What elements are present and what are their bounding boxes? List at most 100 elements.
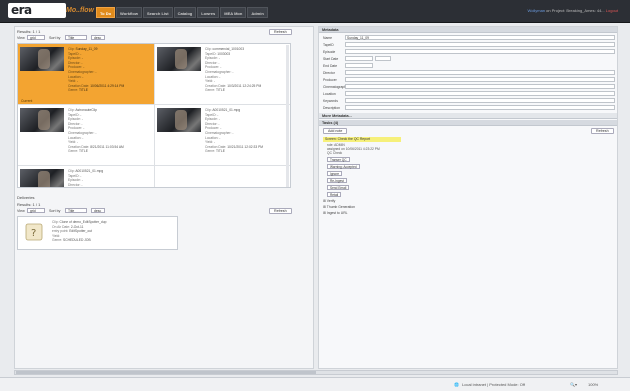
user-info: Wollyman on Project: Breaking_Ames: 44..…	[528, 8, 618, 13]
clip-thumbnail[interactable]	[20, 108, 64, 132]
tree-item-verify[interactable]: ⊞ Verify	[323, 199, 335, 203]
sort-select[interactable]: Title	[65, 35, 87, 40]
zoom-icon[interactable]: 🔍▾	[570, 382, 577, 387]
clip-status: Current	[21, 99, 33, 103]
results-scrollbar[interactable]	[286, 45, 289, 187]
clip-name: A0010521_01.mpg	[212, 108, 241, 112]
delivery-meta: Clip: Clone of demo_EditSpotter_dup On A…	[52, 220, 107, 243]
logout-link[interactable]: Logout	[606, 8, 618, 13]
results-count: Results: 1 / 1	[17, 29, 41, 34]
delivery-clip: Clone of demo_EditSpotter_dup	[59, 220, 107, 224]
horizontal-scrollbar[interactable]	[14, 370, 618, 375]
cinematographer-input[interactable]	[345, 84, 615, 89]
result-card[interactable]: Clip: A0010521_01.mpg TapeID: - Episode:…	[18, 166, 155, 187]
name-input[interactable]: Sunday_11_09	[345, 35, 615, 40]
more-metadata-toggle[interactable]: More Metadata...	[319, 113, 617, 119]
tab-todo[interactable]: To Do	[96, 7, 116, 18]
clip-thumbnail[interactable]	[20, 47, 64, 71]
result-card[interactable]: Clip: commercial_1001003 TapeID: 1003003…	[155, 44, 290, 105]
tasks-header[interactable]: Tasks (4)	[319, 120, 617, 126]
app-logo: era	[8, 3, 66, 18]
deliveries-refresh-button[interactable]: Refresh	[269, 208, 292, 214]
field-producer: Producer	[323, 77, 615, 82]
producer-input[interactable]	[345, 77, 615, 82]
send-email-button[interactable]: Send Email	[327, 185, 350, 190]
app-logo-sub: Mo..flow	[66, 7, 94, 14]
metadata-header[interactable]: Metadata	[319, 27, 617, 33]
field-location: Location	[323, 91, 615, 96]
tasks-refresh-button[interactable]: Refresh	[591, 128, 614, 134]
results-refresh-button[interactable]: Refresh	[269, 29, 292, 35]
scheduled-job-icon[interactable]: ?	[24, 222, 44, 242]
task-name: QC Check	[327, 151, 343, 155]
clip-thumbnail[interactable]	[157, 47, 201, 71]
field-name: Name Sunday_11_09	[323, 35, 615, 40]
location-input[interactable]	[345, 91, 615, 96]
deliveries-title: Deliveries	[17, 195, 35, 200]
start-date-input[interactable]	[345, 56, 373, 61]
tree-item-ingest-url[interactable]: ⊞ Ingest to URL	[323, 211, 348, 215]
clip-name: Sunday_11_09	[75, 47, 98, 51]
zoom-level[interactable]: 100%	[588, 382, 598, 387]
tab-admin[interactable]: Admin	[247, 7, 268, 18]
result-card[interactable]: Clip: Sunday_11_09 TapeID: - Episode: - …	[18, 44, 155, 105]
tapeid-input[interactable]	[345, 42, 615, 47]
warning-accepted-button[interactable]: Warning: Accepted	[327, 164, 360, 169]
sort-direction-select[interactable]: desc	[91, 35, 105, 40]
clip-thumbnail[interactable]	[157, 108, 201, 132]
results-pane: Results: 1 / 1 View grid Sort by Title d…	[14, 26, 314, 369]
tab-lowres[interactable]: Lowres	[197, 7, 220, 18]
field-director: Director	[323, 70, 615, 75]
tab-catalog[interactable]: Catalog	[173, 7, 197, 18]
re-ingest-button[interactable]: Re-Ingest	[327, 178, 347, 183]
clip-name: commercial_1001003	[212, 47, 245, 51]
deliv-view-label: View	[17, 209, 25, 213]
deliv-direction-select[interactable]: desc	[91, 208, 105, 213]
add-note-button[interactable]: Add note	[323, 128, 348, 134]
start-time-input[interactable]	[375, 56, 391, 61]
director-input[interactable]	[345, 70, 615, 75]
transer-qc-button[interactable]: Transer QC	[327, 157, 350, 162]
view-select[interactable]: grid	[27, 35, 45, 40]
clip-thumbnail[interactable]	[20, 169, 64, 187]
view-label: View	[17, 36, 25, 40]
browser-status-bar: 🌐 Local intranet | Protected Mode: Off 🔍…	[0, 377, 630, 391]
user-link[interactable]: Wollyman	[528, 8, 546, 13]
clip-name: AstronauteClip	[75, 108, 97, 112]
field-tapeid: TapeID	[323, 42, 615, 47]
project-label: on Project: Breaking_Ames: 44...	[546, 8, 605, 13]
deliv-sort-label: Sort by	[49, 209, 61, 213]
deliveries-count: Results: 1 / 1	[17, 202, 41, 207]
tab-search-list[interactable]: Search List	[142, 7, 173, 18]
description-input[interactable]	[345, 105, 615, 110]
ignore-button[interactable]: Ignore	[327, 171, 343, 176]
field-description: Description	[323, 105, 615, 110]
result-card[interactable]: Clip: AstronauteClip TapeID: - Episode: …	[18, 105, 155, 166]
keywords-input[interactable]	[345, 98, 615, 103]
tab-mea-mon[interactable]: MEA Mon	[220, 7, 247, 18]
zone-status: Local intranet | Protected Mode: Off	[462, 382, 525, 387]
clip-meta: Clip: A0010521_01.mpg TapeID: - Episode:…	[205, 108, 264, 154]
episode-input[interactable]	[345, 49, 615, 54]
task-title[interactable]: Screen: Check the QC Report	[323, 137, 401, 142]
clip-meta: Clip: A0010521_01.mpg TapeID: - Episode:…	[68, 169, 104, 187]
field-episode: Episode	[323, 49, 615, 54]
scrollbar-thumb[interactable]	[16, 371, 316, 374]
field-end-date: End Date	[323, 63, 373, 68]
results-grid: Clip: Sunday_11_09 TapeID: - Episode: - …	[17, 43, 291, 188]
details-pane: Metadata Name Sunday_11_09 TapeID Episod…	[318, 26, 618, 369]
retail-button[interactable]: Retail	[327, 192, 342, 197]
result-card[interactable]: Clip: A0010521_01.mpg TapeID: - Episode:…	[155, 105, 290, 166]
sort-label: Sort by	[49, 36, 61, 40]
deliv-view-select[interactable]: grid	[27, 208, 45, 213]
globe-icon: 🌐	[454, 382, 459, 387]
main-nav: To Do Workflow Search List Catalog Lowre…	[96, 7, 268, 18]
tab-workflow[interactable]: Workflow	[116, 7, 142, 18]
clip-meta: Clip: commercial_1001003 TapeID: 1003003…	[205, 47, 262, 93]
tree-item-thumb-generation[interactable]: ⊞ Thumb Generation	[323, 205, 355, 209]
end-date-input[interactable]	[345, 63, 373, 68]
clip-meta: Clip: AstronauteClip TapeID: - Episode: …	[68, 108, 124, 154]
deliveries-grid: ? Clip: Clone of demo_EditSpotter_dup On…	[17, 216, 178, 250]
deliv-sort-select[interactable]: Title	[65, 208, 87, 213]
top-bar: era Mo..flow To Do Workflow Search List …	[0, 0, 630, 23]
